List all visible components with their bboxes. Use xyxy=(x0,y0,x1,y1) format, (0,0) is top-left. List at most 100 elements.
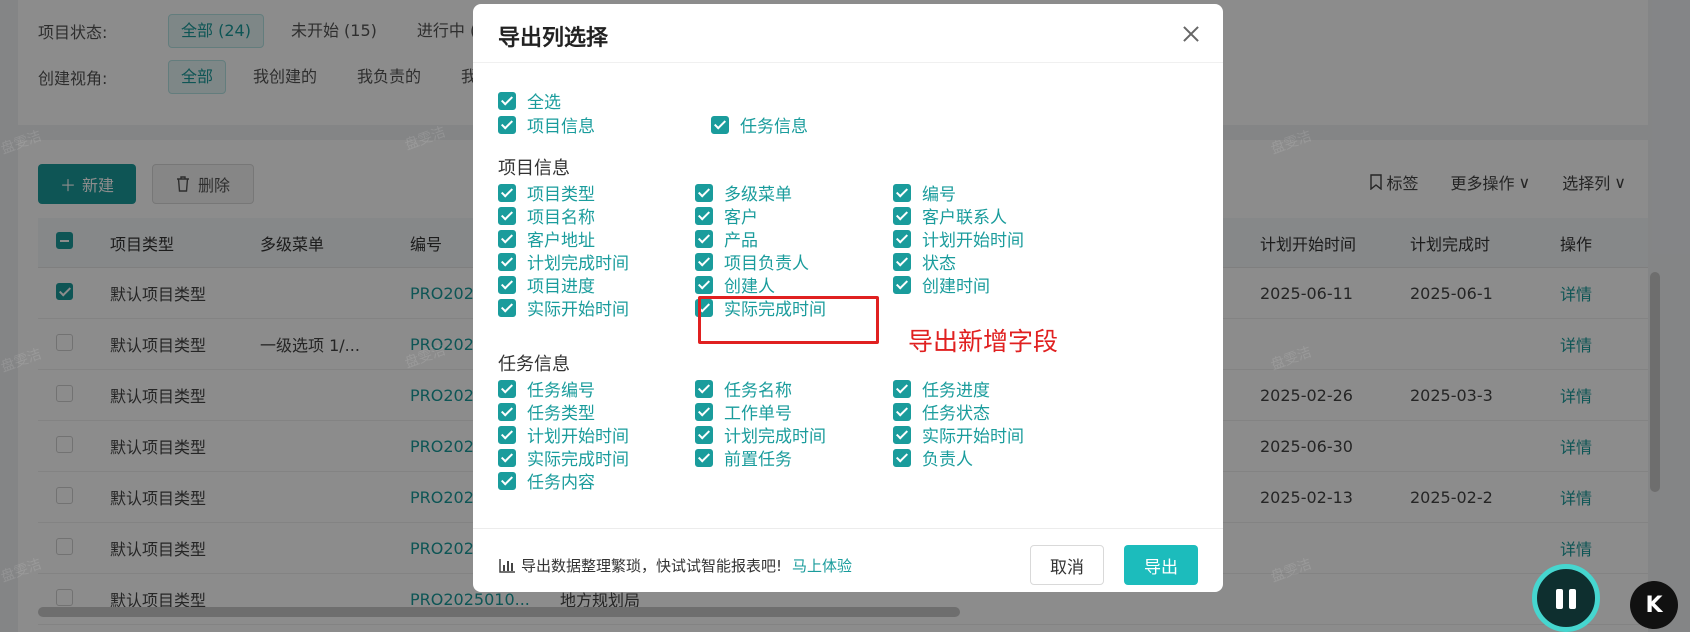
checkbox[interactable] xyxy=(893,425,911,444)
field-option[interactable]: 实际开始时间 xyxy=(893,422,1024,447)
checkbox[interactable] xyxy=(695,379,713,398)
checkbox[interactable] xyxy=(498,275,516,294)
field-option[interactable]: 工作单号 xyxy=(695,399,792,424)
field-option[interactable]: 状态 xyxy=(893,249,956,274)
field-option[interactable]: 实际完成时间 xyxy=(498,445,629,470)
checkbox[interactable] xyxy=(498,425,516,444)
checkbox[interactable] xyxy=(695,229,713,248)
option-label: 项目进度 xyxy=(527,277,595,297)
field-option[interactable]: 项目名称 xyxy=(498,203,595,228)
checkbox[interactable] xyxy=(498,252,516,271)
field-option[interactable]: 产品 xyxy=(695,226,758,251)
field-option[interactable]: 前置任务 xyxy=(695,445,792,470)
field-option[interactable]: 任务状态 xyxy=(893,399,990,424)
field-option[interactable]: 任务进度 xyxy=(893,376,990,401)
option-label: 计划开始时间 xyxy=(922,231,1024,251)
app-logo[interactable]: K xyxy=(1630,581,1678,629)
checkbox[interactable] xyxy=(498,115,516,134)
close-icon[interactable] xyxy=(1181,24,1201,44)
checkbox[interactable] xyxy=(893,229,911,248)
checkbox[interactable] xyxy=(498,471,516,490)
field-option[interactable]: 任务类型 xyxy=(498,399,595,424)
option-label: 状态 xyxy=(922,254,956,274)
option-label: 前置任务 xyxy=(724,450,792,470)
option-label: 全选 xyxy=(527,93,561,113)
checkbox[interactable] xyxy=(893,183,911,202)
option-label: 多级菜单 xyxy=(724,185,792,205)
field-option[interactable]: 创建时间 xyxy=(893,272,990,297)
field-option[interactable]: 负责人 xyxy=(893,445,973,470)
field-option[interactable]: 项目类型 xyxy=(498,180,595,205)
option-label: 项目类型 xyxy=(527,185,595,205)
checkbox[interactable] xyxy=(893,379,911,398)
field-option[interactable]: 任务名称 xyxy=(695,376,792,401)
option-task-info[interactable]: 任务信息 xyxy=(711,112,808,137)
field-option[interactable]: 计划完成时间 xyxy=(695,422,826,447)
checkbox[interactable] xyxy=(498,229,516,248)
field-option[interactable]: 项目负责人 xyxy=(695,249,809,274)
checkbox[interactable] xyxy=(695,425,713,444)
pause-icon[interactable] xyxy=(1532,564,1600,632)
checkbox[interactable] xyxy=(498,402,516,421)
option-label: 项目负责人 xyxy=(724,254,809,274)
checkbox[interactable] xyxy=(695,275,713,294)
option-label: 任务编号 xyxy=(527,381,595,401)
cancel-button[interactable]: 取消 xyxy=(1030,545,1104,585)
smart-report-tip: 导出数据整理繁琐，快试试智能报表吧! 马上体验 xyxy=(499,555,852,576)
checkbox[interactable] xyxy=(893,206,911,225)
option-label: 任务名称 xyxy=(724,381,792,401)
option-label: 创建时间 xyxy=(922,277,990,297)
field-option[interactable]: 计划开始时间 xyxy=(893,226,1024,251)
option-label: 任务类型 xyxy=(527,404,595,424)
field-option[interactable]: 任务编号 xyxy=(498,376,595,401)
field-option[interactable]: 计划完成时间 xyxy=(498,249,629,274)
option-label: 计划完成时间 xyxy=(724,427,826,447)
checkbox[interactable] xyxy=(498,183,516,202)
checkbox[interactable] xyxy=(498,298,516,317)
checkbox[interactable] xyxy=(498,448,516,467)
bar-chart-icon xyxy=(499,558,515,573)
checkbox[interactable] xyxy=(893,402,911,421)
try-now-link[interactable]: 马上体验 xyxy=(792,555,852,576)
field-option[interactable]: 任务内容 xyxy=(498,468,595,493)
checkbox[interactable] xyxy=(893,275,911,294)
option-select-all[interactable]: 全选 xyxy=(498,88,561,113)
option-label: 项目名称 xyxy=(527,208,595,228)
checkbox[interactable] xyxy=(695,448,713,467)
field-option[interactable]: 计划开始时间 xyxy=(498,422,629,447)
field-option[interactable]: 多级菜单 xyxy=(695,180,792,205)
checkbox[interactable] xyxy=(711,115,729,134)
field-option[interactable]: 创建人 xyxy=(695,272,775,297)
option-label: 任务进度 xyxy=(922,381,990,401)
field-option[interactable]: 项目进度 xyxy=(498,272,595,297)
field-option[interactable]: 实际开始时间 xyxy=(498,295,629,320)
project-section-title: 项目信息 xyxy=(498,158,570,179)
annotation-highlight-box xyxy=(698,296,879,344)
checkbox[interactable] xyxy=(695,402,713,421)
option-label: 实际开始时间 xyxy=(922,427,1024,447)
divider xyxy=(473,62,1223,63)
checkbox[interactable] xyxy=(498,91,516,110)
field-option[interactable]: 编号 xyxy=(893,180,956,205)
field-option[interactable]: 客户地址 xyxy=(498,226,595,251)
option-label: 编号 xyxy=(922,185,956,205)
option-label: 客户地址 xyxy=(527,231,595,251)
checkbox[interactable] xyxy=(498,206,516,225)
option-label: 计划开始时间 xyxy=(527,427,629,447)
checkbox[interactable] xyxy=(695,252,713,271)
option-label: 实际开始时间 xyxy=(527,300,629,320)
export-button[interactable]: 导出 xyxy=(1124,545,1198,585)
field-option[interactable]: 客户联系人 xyxy=(893,203,1007,228)
option-label: 产品 xyxy=(724,231,758,251)
option-project-info[interactable]: 项目信息 xyxy=(498,112,595,137)
checkbox[interactable] xyxy=(695,206,713,225)
checkbox[interactable] xyxy=(893,448,911,467)
checkbox[interactable] xyxy=(695,183,713,202)
field-option[interactable]: 客户 xyxy=(695,203,758,228)
option-label: 客户 xyxy=(724,208,758,228)
option-label: 实际完成时间 xyxy=(527,450,629,470)
checkbox[interactable] xyxy=(893,252,911,271)
option-label: 任务信息 xyxy=(740,117,808,137)
checkbox[interactable] xyxy=(498,379,516,398)
divider xyxy=(473,528,1223,529)
